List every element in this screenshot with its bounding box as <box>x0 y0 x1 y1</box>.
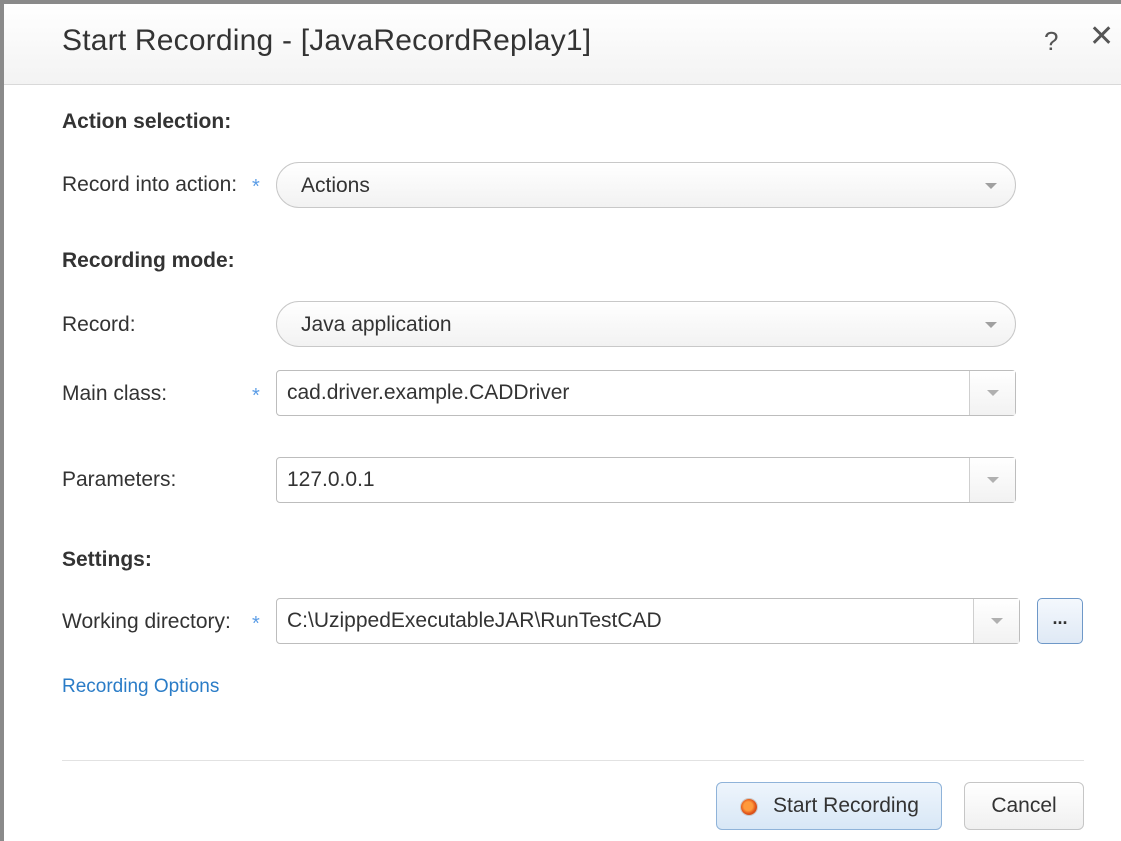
action-selection-heading: Action selection: <box>62 110 232 133</box>
dialog-title: Start Recording - [JavaRecordReplay1] <box>62 24 592 57</box>
record-into-action-label: Record into action: <box>62 173 238 196</box>
start-recording-label: Start Recording <box>773 794 919 817</box>
chevron-down-icon <box>987 390 999 396</box>
chevron-down-icon <box>985 183 997 189</box>
chevron-down-icon <box>987 477 999 483</box>
main-class-combo <box>276 370 1016 416</box>
main-class-label: Main class: <box>62 382 168 405</box>
settings-heading: Settings: <box>62 548 152 571</box>
working-directory-input[interactable] <box>279 600 969 642</box>
footer-divider <box>62 760 1084 761</box>
record-type-dropdown[interactable]: Java application <box>276 301 1016 347</box>
help-icon[interactable]: ? <box>1044 26 1058 57</box>
parameters-input[interactable] <box>279 459 969 501</box>
record-into-action-value: Actions <box>301 174 370 197</box>
required-marker: * <box>252 176 260 198</box>
dialog-titlebar: Start Recording - [JavaRecordReplay1] ? … <box>4 4 1121 85</box>
close-icon[interactable]: ✕ <box>1089 22 1114 52</box>
parameters-dropdown-button[interactable] <box>969 458 1015 502</box>
main-class-input[interactable] <box>279 372 969 414</box>
parameters-label: Parameters: <box>62 468 177 491</box>
parameters-combo <box>276 457 1016 503</box>
record-label: Record: <box>62 313 136 336</box>
cancel-button[interactable]: Cancel <box>964 782 1084 830</box>
start-recording-button[interactable]: Start Recording <box>716 782 942 830</box>
record-into-action-dropdown[interactable]: Actions <box>276 162 1016 208</box>
chevron-down-icon <box>991 618 1003 624</box>
working-directory-combo <box>276 598 1020 644</box>
main-class-dropdown-button[interactable] <box>969 371 1015 415</box>
record-dot-icon <box>741 799 757 815</box>
working-directory-label: Working directory: <box>62 610 231 633</box>
required-marker: * <box>252 385 260 407</box>
recording-mode-heading: Recording mode: <box>62 249 235 272</box>
required-marker: * <box>252 613 260 635</box>
working-directory-dropdown-button[interactable] <box>973 599 1019 643</box>
recording-options-link[interactable]: Recording Options <box>62 676 219 698</box>
record-type-value: Java application <box>301 313 452 336</box>
chevron-down-icon <box>985 322 997 328</box>
start-recording-dialog: Start Recording - [JavaRecordReplay1] ? … <box>0 0 1121 841</box>
browse-button[interactable]: ... <box>1037 598 1083 644</box>
